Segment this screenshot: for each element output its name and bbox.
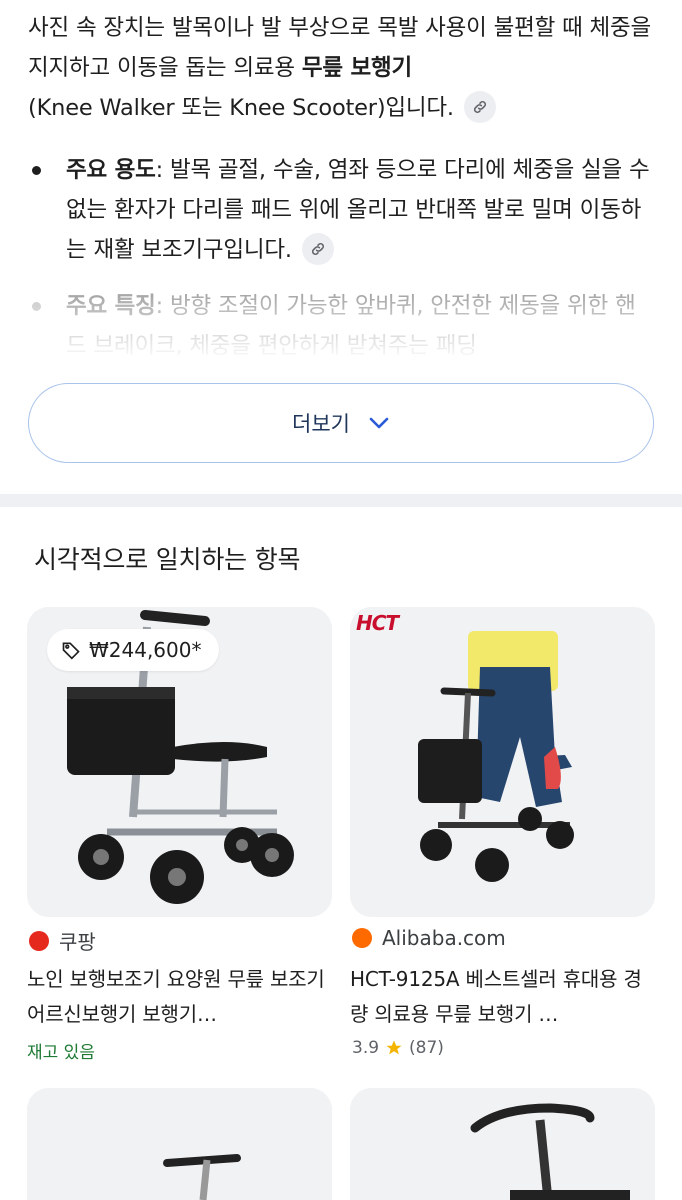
- bullet-label: 주요 용도: [66, 157, 156, 183]
- bullet-dot: [32, 302, 41, 311]
- star-icon: [386, 1040, 402, 1055]
- alibaba-logo-icon: [352, 928, 372, 948]
- show-more-label: 더보기: [292, 412, 350, 436]
- result-image-2[interactable]: HCT: [350, 607, 655, 917]
- knee-walker-image: [350, 1088, 655, 1200]
- result-image-3[interactable]: [27, 1088, 332, 1200]
- result-title-2[interactable]: HCT-9125A 베스트셀러 휴대용 경량 의료용 무릎 보행기 …: [350, 962, 655, 1032]
- knee-scooter-person-image: [350, 607, 655, 917]
- intro-bold-term: 무릎 보행기: [301, 55, 412, 81]
- faded-preview: 주요 특징: 방향 조절이 가능한 앞바퀴, 안전한 제동을 위한 핸드 브레이…: [28, 286, 654, 358]
- knee-walker-image: [27, 1088, 332, 1200]
- result-title-1[interactable]: 노인 보행보조기 요양원 무릎 보조기 어르신보행기 보행기…: [27, 962, 332, 1032]
- price-chip: ₩244,600*: [47, 629, 220, 671]
- bullet-text: : 방향 조절이 가능한 앞바퀴, 안전한 제동을 위한 핸드 브레이크, 체중…: [66, 293, 636, 358]
- bullet-dot: [32, 166, 41, 175]
- intro-text-end: (Knee Walker 또는 Knee Scooter)입니다.: [28, 95, 454, 121]
- section-divider: [0, 494, 682, 507]
- link-icon: [311, 242, 324, 255]
- link-icon: [473, 100, 486, 113]
- chevron-down-icon: [369, 417, 389, 429]
- visual-matches-title: 시각적으로 일치하는 항목: [34, 545, 301, 574]
- bullet-label: 주요 특징: [66, 293, 156, 319]
- source-link-chip[interactable]: [463, 90, 496, 123]
- result-source-2[interactable]: Alibaba.com: [352, 926, 506, 950]
- rating-row: 3.9 (87): [352, 1038, 444, 1058]
- price-text: ₩244,600*: [89, 638, 202, 662]
- answer-intro: 사진 속 장치는 발목이나 발 부상으로 목발 사용이 불편할 때 체중을 지지…: [28, 8, 654, 128]
- rating-value: 3.9: [352, 1038, 380, 1058]
- bullet-features: 주요 특징: 방향 조절이 가능한 앞바퀴, 안전한 제동을 위한 핸드 브레이…: [28, 286, 654, 358]
- result-image-1[interactable]: ₩244,600*: [27, 607, 332, 917]
- bullet-usage: 주요 용도: 발목 골절, 수술, 염좌 등으로 다리에 체중을 실을 수 없는…: [28, 150, 654, 270]
- source-name: 쿠팡: [59, 930, 96, 954]
- review-count: (87): [409, 1038, 444, 1058]
- coupang-logo-icon: [29, 930, 49, 951]
- result-source-1[interactable]: 쿠팡: [29, 926, 96, 955]
- source-link-chip[interactable]: [301, 232, 334, 265]
- hct-brand-logo: HCT: [356, 611, 399, 635]
- stock-status: 재고 있음: [27, 1043, 95, 1063]
- source-name: Alibaba.com: [382, 926, 506, 950]
- show-more-button[interactable]: 더보기: [28, 383, 654, 463]
- price-tag-icon: [62, 642, 80, 660]
- result-image-4[interactable]: [350, 1088, 655, 1200]
- answer-bullets: 주요 용도: 발목 골절, 수술, 염좌 등으로 다리에 체중을 실을 수 없는…: [28, 150, 654, 358]
